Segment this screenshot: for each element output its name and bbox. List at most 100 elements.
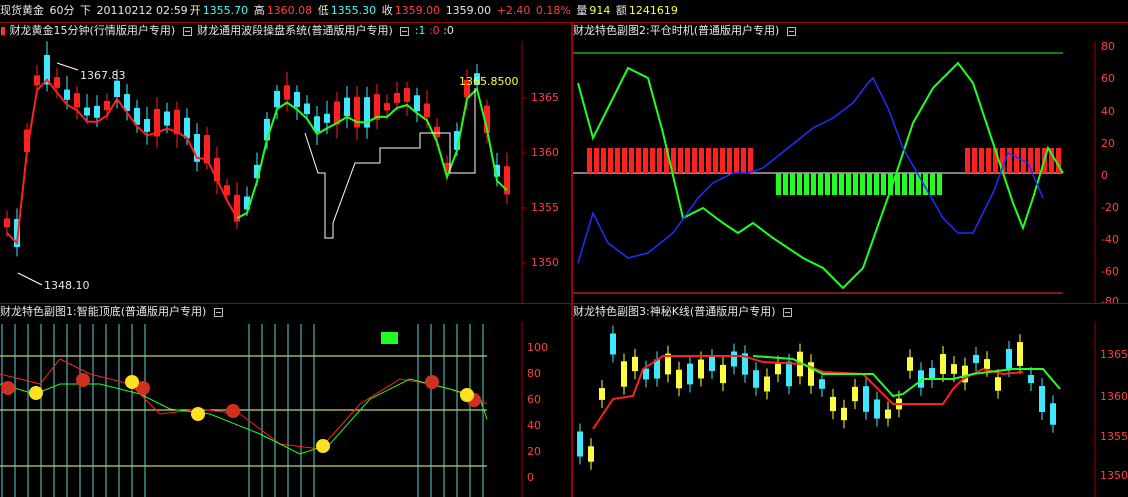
last-value: 1359.00 [445,4,492,17]
candle-body [995,377,1001,391]
candle-body [394,92,400,103]
histogram-bar [832,173,837,195]
price-tag: 1365.8500 [459,75,519,88]
histogram-bar [965,148,970,173]
histogram-bar [643,148,648,173]
histogram-bar [902,173,907,195]
subchart-2-panel[interactable]: 财龙特色副图2:平仓时机(普通版用户专用) 80 60 40 20 0 -20 … [573,23,1128,303]
candle-body [588,446,594,462]
candle-body [599,388,605,400]
histogram-bar [706,148,711,173]
histogram-bar [594,148,599,173]
histogram-bar [699,148,704,173]
top-marker [76,373,90,387]
oscillator-chart[interactable] [573,23,1128,303]
sub2-axis-label-8: -80 [1101,295,1119,303]
main-axis-label-2: 1355 [531,201,559,214]
candle-body [632,356,638,372]
sub2-axis-label-3: 20 [1101,137,1115,150]
histogram-bar [636,148,641,173]
change-value: +2.40 [496,4,531,17]
candle-body [852,386,858,402]
histogram-bar [650,148,655,173]
candle-body [775,363,781,375]
histogram-bar [1035,148,1040,173]
histogram-bar [818,173,823,195]
candle-body [698,359,704,379]
histogram-bar [972,148,977,173]
top-marker [425,375,439,389]
candle-body [731,351,737,367]
high-leader [56,62,79,71]
sub3-axis-label-1: 1360 [1100,390,1128,403]
bottom-marker [191,407,205,421]
candle-body [414,95,420,112]
bottom-marker [316,439,330,453]
sub1-axis-label-2: 60 [527,393,541,406]
period-label[interactable]: 60分 [50,4,75,17]
volume-value: 914 [589,4,611,17]
low-label: 低 [317,4,329,17]
candle-body [54,77,60,88]
high-label: 高 [253,4,265,17]
bottom-marker [460,388,474,402]
candle-body [577,431,583,457]
subchart-3-panel[interactable]: 财龙特色副图3:神秘K线(普通版用户专用) 1365 1360 1355 135… [573,304,1128,497]
histogram-bar [608,148,613,173]
amount-value: 1241619 [628,4,678,17]
sub2-axis-label-5: -20 [1101,201,1119,214]
high-value: 1360.08 [266,4,313,17]
histogram-bar [979,148,984,173]
candle-body [34,75,40,86]
candle-body [984,359,990,369]
histogram-bar [601,148,606,173]
sub1-axis-label-4: 20 [527,445,541,458]
top-bottom-chart[interactable] [0,304,571,497]
histogram-bar [881,173,886,195]
high-annotation: 1367.83 [80,69,126,82]
sub2-axis-label-0: 80 [1101,40,1115,53]
histogram-bar [727,148,732,173]
candle-body [94,105,100,118]
moving-average-red [6,78,238,246]
histogram-bar [776,173,781,195]
histogram-bar [811,173,816,195]
candle-body [830,396,836,412]
histogram-bar [839,173,844,195]
histogram-bar [678,148,683,173]
mystery-candle-chart[interactable] [573,304,1128,497]
candle-body [907,357,913,371]
candle-body [324,113,330,123]
main-chart-panel[interactable]: ▮ 财龙黄金15分钟(行情版用户专用) 财龙通用波段操盘系统(普通版用户专用) … [0,23,571,303]
histogram-bar [804,173,809,195]
histogram-bar [874,173,879,195]
red-line [0,358,488,450]
quote-header: 现货黄金 60分 下 20110212 02:59 开 1355.70 高 1360.… [0,0,1128,22]
histogram-bar [615,148,620,173]
subchart-1-panel[interactable]: 财龙特色副图1:智能顶底(普通版用户专用) 100 80 60 40 20 0 [0,304,571,497]
signal-block [381,332,398,344]
open-value: 1355.70 [202,4,249,17]
main-axis-label-0: 1365 [531,91,559,104]
candle-body [819,379,825,389]
bottom-marker [125,375,139,389]
candle-body [951,364,957,374]
sub1-axis-label-3: 40 [527,419,541,432]
candle-body [304,103,310,115]
candle-body [84,107,90,116]
sub2-axis-label-2: 40 [1101,105,1115,118]
candlestick-chart[interactable] [0,23,571,303]
candle-body [709,356,715,372]
amount-label: 额 [615,4,627,17]
candle-body [940,354,946,374]
histogram-bar [713,148,718,173]
histogram-bar [734,148,739,173]
top-marker [226,404,240,418]
histogram-bar [783,173,788,195]
histogram-bar [860,173,865,195]
histogram-bar [790,173,795,195]
candle-body [384,103,390,111]
histogram-bar [685,148,690,173]
low-annotation: 1348.10 [44,279,90,292]
histogram-bar [825,173,830,195]
